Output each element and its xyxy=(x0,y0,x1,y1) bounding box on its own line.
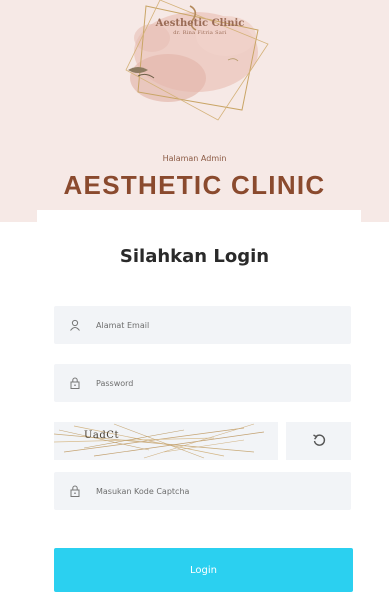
admin-subtitle: Halaman Admin xyxy=(162,154,227,163)
captcha-text: UadCt xyxy=(84,430,119,441)
captcha-field[interactable]: Masukan Kode Captcha xyxy=(54,472,351,510)
lock-icon xyxy=(54,485,96,497)
email-field[interactable]: Alamat Email xyxy=(54,306,351,344)
lock-icon xyxy=(54,377,96,389)
login-button[interactable]: Login xyxy=(54,548,353,592)
refresh-captcha-button[interactable] xyxy=(286,422,351,460)
email-placeholder: Alamat Email xyxy=(96,320,150,330)
captcha-image: UadCt xyxy=(54,422,278,460)
login-heading: Silahkan Login xyxy=(119,246,270,267)
password-placeholder: Password xyxy=(96,378,134,388)
captcha-placeholder: Masukan Kode Captcha xyxy=(96,486,190,496)
clinic-logo: Aesthetic Clinic dr. Rina Fitria Sari xyxy=(108,0,278,122)
logo-subtitle: dr. Rina Fitria Sari xyxy=(173,30,227,36)
header-banner: Aesthetic Clinic dr. Rina Fitria Sari Ha… xyxy=(0,0,389,222)
page-title: AESTHETIC CLINIC xyxy=(63,170,326,200)
logo-title: Aesthetic Clinic xyxy=(155,18,245,29)
captcha-noise xyxy=(54,423,265,459)
login-card xyxy=(37,222,361,594)
user-icon xyxy=(54,319,96,331)
password-field[interactable]: Password xyxy=(54,364,351,402)
refresh-icon xyxy=(312,432,326,451)
